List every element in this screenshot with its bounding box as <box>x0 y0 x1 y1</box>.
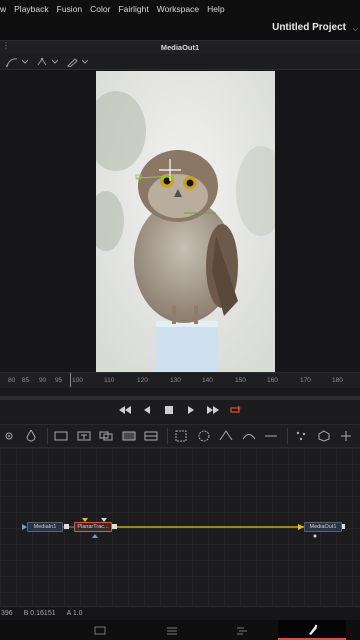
page-switcher <box>0 620 360 640</box>
loop-icon[interactable] <box>228 403 242 417</box>
ruler-tick: 150 <box>235 377 246 384</box>
rectangle-mask-icon[interactable] <box>172 426 190 446</box>
ruler-tick: 95 <box>55 377 63 384</box>
ruler-tick: 90 <box>39 377 47 384</box>
matte-icon[interactable] <box>120 426 138 446</box>
ruler-tick: 170 <box>300 377 311 384</box>
ruler-spacer <box>0 388 360 396</box>
channel-icon[interactable] <box>143 426 161 446</box>
transport-controls <box>0 400 360 420</box>
skip-to-end-icon[interactable] <box>206 403 220 417</box>
chevron-down-icon[interactable] <box>82 59 88 65</box>
viewer-header: ⋮ MediaOut1 <box>0 40 360 54</box>
chevron-down-icon[interactable] <box>22 59 28 65</box>
playhead[interactable] <box>70 373 71 387</box>
background-icon[interactable] <box>52 426 70 446</box>
ruler-tick: 140 <box>202 377 213 384</box>
viewer-toolbar <box>0 54 360 70</box>
node-editor[interactable]: MediaIn1 PlanarTrac... MediaOut1 <box>0 448 360 606</box>
status-value-g: 396 <box>1 610 13 617</box>
node-planar-tracker[interactable]: PlanarTrac... <box>74 522 112 532</box>
merge-icon[interactable] <box>97 426 115 446</box>
play-reverse-icon[interactable] <box>140 403 154 417</box>
time-ruler[interactable]: 80 85 90 95 100 110 120 130 140 150 160 … <box>0 372 360 388</box>
chevron-down-icon[interactable] <box>52 59 58 65</box>
tracker-icon[interactable] <box>337 426 355 446</box>
status-bar: 396 B 0.16151 A 1.0 <box>0 606 360 620</box>
ruler-tick: 130 <box>170 377 181 384</box>
spline-icon[interactable] <box>6 57 18 67</box>
menu-fusion[interactable]: Fusion <box>57 4 83 14</box>
edit-icon[interactable] <box>235 624 249 636</box>
toolbar-divider <box>287 428 289 444</box>
menu-playback[interactable]: Playback <box>14 4 49 14</box>
owl-photo <box>96 71 275 372</box>
node-mediain[interactable]: MediaIn1 <box>27 522 63 532</box>
ruler-tick: 80 <box>8 377 16 384</box>
ruler-tick: 110 <box>104 377 115 384</box>
3d-icon[interactable] <box>315 426 333 446</box>
ruler-tick: 160 <box>267 377 278 384</box>
fusion-toolbar <box>0 424 360 448</box>
menu-help[interactable]: Help <box>207 4 224 14</box>
particle-icon[interactable] <box>292 426 310 446</box>
skip-to-start-icon[interactable] <box>118 403 132 417</box>
cut-icon[interactable] <box>165 624 179 636</box>
fusion-icon[interactable] <box>306 624 320 636</box>
pen-icon[interactable] <box>66 57 78 67</box>
viewer-canvas[interactable] <box>0 70 360 372</box>
status-value-b: B 0.16151 <box>23 610 56 617</box>
menu-fairlight[interactable]: Fairlight <box>118 4 148 14</box>
menu-workspace[interactable]: Workspace <box>157 4 199 14</box>
menu-color[interactable]: Color <box>90 4 110 14</box>
title-bar: Untitled Project ⌵ <box>0 18 360 40</box>
polygon-mask-icon[interactable] <box>217 426 235 446</box>
transform-icon[interactable] <box>36 57 48 67</box>
status-value-a: A 1.0 <box>66 610 83 617</box>
viewer-title: MediaOut1 <box>160 43 200 52</box>
paint-drop-icon[interactable] <box>23 426 41 446</box>
ruler-tick: 85 <box>22 377 30 384</box>
play-icon[interactable] <box>184 403 198 417</box>
gear-icon[interactable] <box>0 426 18 446</box>
ruler-tick: 180 <box>332 377 343 384</box>
bspline-mask-icon[interactable] <box>240 426 258 446</box>
menu-view[interactable]: w <box>0 4 6 14</box>
media-icon[interactable] <box>93 624 107 636</box>
project-title[interactable]: Untitled Project <box>272 22 346 33</box>
toolbar-divider <box>167 428 169 444</box>
menu-bar: w Playback Fusion Color Fairlight Worksp… <box>0 0 360 18</box>
ellipse-mask-icon[interactable] <box>195 426 213 446</box>
ruler-tick: 120 <box>137 377 148 384</box>
stop-icon[interactable] <box>162 403 176 417</box>
transform-tool-icon[interactable] <box>263 426 281 446</box>
text-icon[interactable] <box>75 426 93 446</box>
chevron-down-icon[interactable]: ⌵ <box>353 26 358 34</box>
toolbar-divider <box>47 428 49 444</box>
node-mediaout[interactable]: MediaOut1 <box>304 522 342 532</box>
ruler-tick: 100 <box>72 377 83 384</box>
